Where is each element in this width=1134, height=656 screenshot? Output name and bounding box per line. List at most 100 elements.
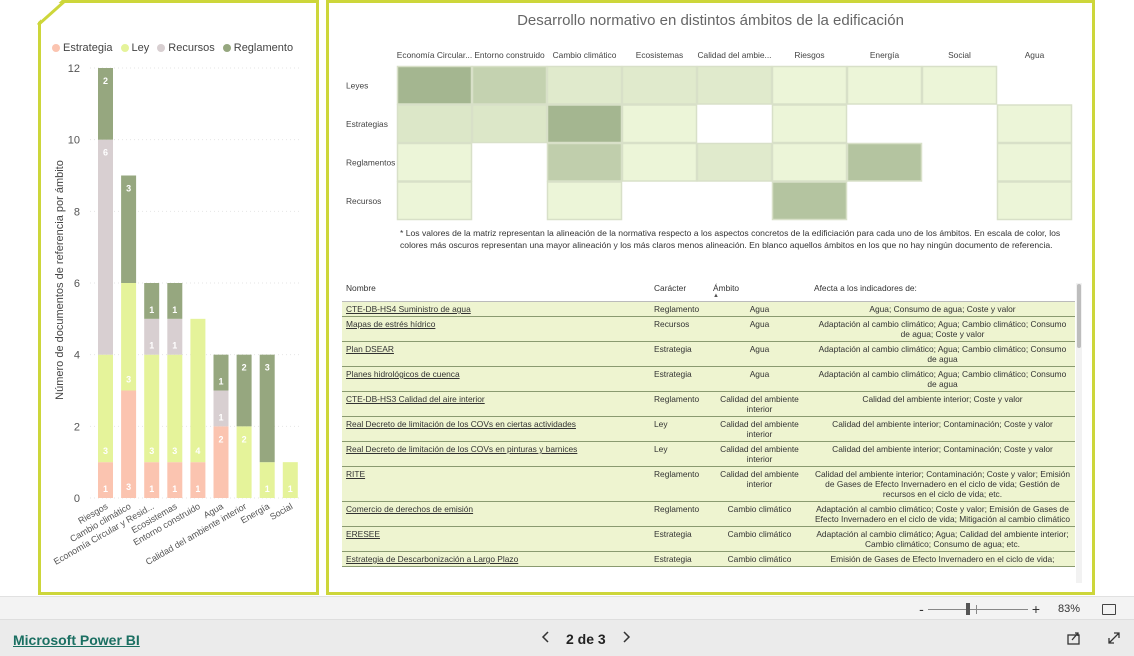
cell-nombre[interactable]: Real Decreto de limitación de los COVs e… [342, 416, 650, 442]
matrix-cell[interactable] [621, 142, 698, 182]
cell-caracter: Estrategia [650, 366, 709, 392]
bar-data-label: 1 [149, 484, 154, 494]
regulation-link[interactable]: Real Decreto de limitación de los COVs e… [346, 419, 576, 429]
matrix-cell[interactable] [771, 65, 848, 105]
chevron-left-icon[interactable] [540, 630, 550, 647]
footer-bar: Microsoft Power BI 2 de 3 [0, 619, 1134, 656]
cell-nombre[interactable]: Real Decreto de limitación de los COVs e… [342, 441, 650, 467]
cell-indicadores: Adaptación al cambio climático; Agua; Ca… [810, 366, 1075, 392]
table-row[interactable]: CTE-DB-HS4 Suministro de agua Reglamento A… [342, 301, 1075, 317]
matrix-cell[interactable] [396, 65, 473, 105]
bar-data-label: 1 [172, 305, 177, 315]
table-scrollbar-thumb[interactable] [1077, 284, 1081, 348]
fit-page-icon[interactable] [1102, 603, 1116, 615]
regulation-link[interactable]: CTE-DB-HS3 Calidad del aire interior [346, 394, 485, 404]
matrix-cell[interactable] [996, 104, 1073, 144]
zoom-slider[interactable] [927, 603, 1028, 615]
table-row[interactable]: Plan DSEAR Estrategia Agua Adaptación al ca… [342, 341, 1075, 367]
regulation-link[interactable]: ERESEE [346, 529, 380, 539]
bar-data-label: 4 [195, 446, 200, 456]
matrix-cell[interactable] [771, 181, 848, 221]
cell-nombre[interactable]: CTE-DB-HS3 Calidad del aire interior [342, 391, 650, 417]
matrix-cell[interactable] [396, 181, 473, 221]
matrix-column-header: Economía Circular... [397, 50, 472, 60]
bar-data-label: 1 [149, 341, 154, 351]
matrix-cell[interactable] [546, 181, 623, 221]
bar-data-label: 1 [288, 484, 293, 494]
table-row[interactable]: Comercio de derechos de emisión Reglament… [342, 501, 1075, 527]
matrix-row-header: Estrategias [346, 119, 388, 129]
matrix-cell[interactable] [846, 142, 923, 182]
bar-data-label: 1 [103, 484, 108, 494]
matrix-cell[interactable] [771, 142, 848, 182]
zoom-level: 83% [1058, 603, 1081, 615]
matrix-cell[interactable] [921, 65, 998, 105]
matrix-row-header: Recursos [346, 196, 381, 206]
regulation-link[interactable]: Mapas de estrés hídrico [346, 319, 435, 329]
bar-data-label: 3 [265, 363, 270, 373]
matrix-cell[interactable] [396, 104, 473, 144]
regulation-link[interactable]: Planes hidrológicos de cuenca [346, 369, 460, 379]
regulation-link[interactable]: CTE-DB-HS4 Suministro de agua [346, 304, 471, 314]
matrix-cell[interactable] [396, 142, 473, 182]
zoom-slider-handle[interactable] [965, 603, 970, 615]
column-header-indicadores[interactable]: Afecta a los indicadores de: [810, 283, 1075, 302]
cell-nombre[interactable]: Comercio de derechos de emisión [342, 501, 650, 527]
cell-nombre[interactable]: Estrategia de Descarbonización a Largo P… [342, 551, 650, 567]
cell-ambito: Calidad del ambiente interior [709, 441, 810, 467]
matrix-cell[interactable] [471, 104, 548, 144]
bar-data-label: 2 [242, 363, 247, 373]
matrix-cell[interactable] [546, 65, 623, 105]
bar-data-label: 1 [149, 305, 154, 315]
matrix-cell[interactable] [471, 65, 548, 105]
regulation-link[interactable]: RITE [346, 469, 365, 479]
regulation-link[interactable]: Plan DSEAR [346, 344, 394, 354]
cell-nombre[interactable]: Mapas de estrés hídrico [342, 316, 650, 342]
table-row[interactable]: CTE-DB-HS3 Calidad del aire interior Regl… [342, 391, 1075, 417]
matrix-cell[interactable] [771, 104, 848, 144]
matrix-cell[interactable] [696, 65, 773, 105]
zoom-control: - + 83% [919, 601, 1134, 617]
regulation-link[interactable]: Comercio de derechos de emisión [346, 504, 473, 514]
matrix-cell[interactable] [696, 142, 773, 182]
cell-indicadores: Calidad del ambiente interior; Contamina… [810, 466, 1075, 502]
matrix-cell[interactable] [996, 142, 1073, 182]
bar-data-label: 1 [172, 484, 177, 494]
cell-caracter: Estrategia [650, 526, 709, 552]
matrix-cell[interactable] [996, 181, 1073, 221]
regulation-link[interactable]: Estrategia de Descarbonización a Largo P… [346, 554, 518, 564]
zoom-out-button[interactable]: - [919, 601, 924, 617]
zoom-in-button[interactable]: + [1032, 601, 1040, 617]
table-row[interactable]: Planes hidrológicos de cuenca Estrategia A… [342, 366, 1075, 392]
column-header-nombre[interactable]: Nombre [342, 283, 650, 302]
y-tick-label: 4 [74, 350, 80, 362]
table-row[interactable]: Mapas de estrés hídrico Recursos Agua Adapt… [342, 316, 1075, 342]
table-row[interactable]: ERESEE Estrategia Cambio climático Adaptaci… [342, 526, 1075, 552]
matrix-cell[interactable] [546, 142, 623, 182]
power-bi-link[interactable]: Microsoft Power BI [13, 632, 140, 648]
sort-asc-icon: ▲ [713, 293, 719, 299]
table-row[interactable]: Estrategia de Descarbonización a Largo P… [342, 551, 1075, 567]
regulation-link[interactable]: Real Decreto de limitación de los COVs e… [346, 444, 577, 454]
table-row[interactable]: RITE Reglamento Calidad del ambiente inter… [342, 466, 1075, 502]
fullscreen-icon[interactable] [1106, 630, 1122, 651]
matrix-cell[interactable] [846, 65, 923, 105]
cell-nombre[interactable]: CTE-DB-HS4 Suministro de agua [342, 301, 650, 317]
matrix-cell[interactable] [621, 104, 698, 144]
column-header-caracter[interactable]: Carácter [650, 283, 709, 302]
cell-nombre[interactable]: ERESEE [342, 526, 650, 552]
share-icon[interactable] [1066, 630, 1082, 651]
cell-nombre[interactable]: Planes hidrológicos de cuenca [342, 366, 650, 392]
cell-nombre[interactable]: RITE [342, 466, 650, 502]
column-header-ambito[interactable]: Ámbito ▲ [709, 283, 810, 302]
matrix-cell[interactable] [546, 104, 623, 144]
y-tick-label: 2 [74, 421, 80, 433]
table-row[interactable]: Real Decreto de limitación de los COVs e… [342, 416, 1075, 442]
column-header-ambito-label: Ámbito [713, 283, 740, 293]
table-header-row: Nombre Carácter Ámbito ▲ Afecta a los ind… [342, 283, 1075, 302]
table-row[interactable]: Real Decreto de limitación de los COVs e… [342, 441, 1075, 467]
chevron-right-icon[interactable] [622, 630, 632, 647]
cell-nombre[interactable]: Plan DSEAR [342, 341, 650, 367]
matrix-cell[interactable] [621, 65, 698, 105]
bar-segment[interactable] [190, 318, 206, 463]
